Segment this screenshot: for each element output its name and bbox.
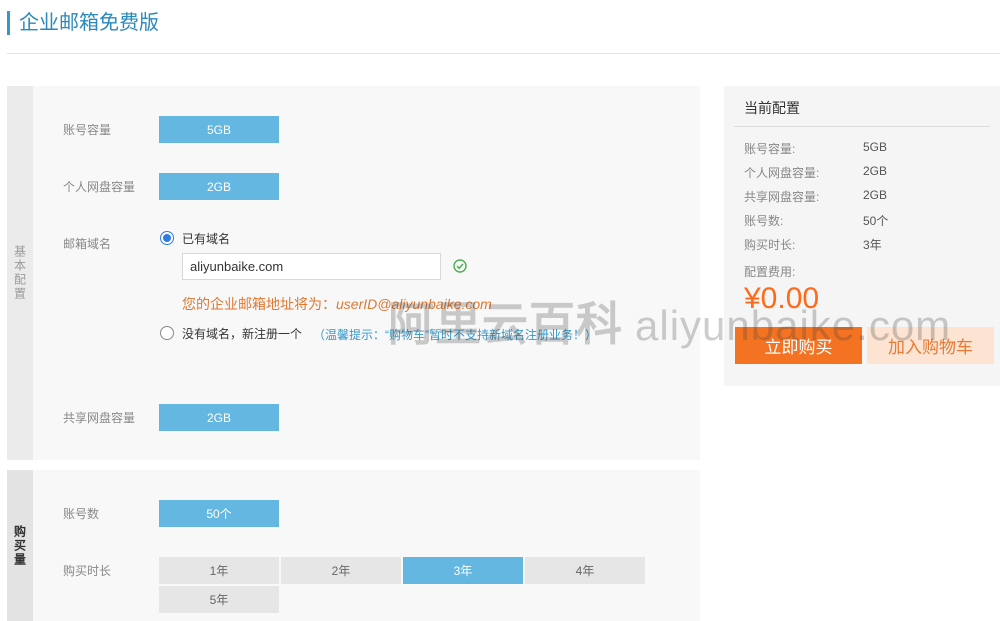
- personal-disk-value[interactable]: 2GB: [159, 173, 279, 200]
- duration-option-1[interactable]: 1年: [159, 557, 279, 584]
- duration-option-5[interactable]: 5年: [159, 586, 279, 613]
- title-divider: [7, 53, 1000, 54]
- config-fee-label: 配置费用:: [744, 265, 796, 279]
- mail-domain-label: 邮箱域名: [63, 237, 112, 251]
- config-row-label: 共享网盘容量:: [744, 190, 820, 204]
- mail-address-value: userID@aliyunbaike.com: [336, 296, 492, 312]
- purchase-tab: 购买量: [7, 470, 33, 621]
- config-row-label: 购买时长:: [744, 238, 796, 252]
- duration-option-4[interactable]: 4年: [525, 557, 645, 584]
- check-icon: [453, 259, 467, 273]
- account-capacity-label: 账号容量: [63, 123, 112, 137]
- config-row-value: 5GB: [863, 140, 888, 154]
- new-domain-label[interactable]: 没有域名，新注册一个: [182, 326, 302, 342]
- personal-disk-label: 个人网盘容量: [63, 180, 136, 194]
- duration-option-3[interactable]: 3年: [403, 557, 523, 584]
- account-capacity-value[interactable]: 5GB: [159, 116, 279, 143]
- page-title: 企业邮箱免费版: [7, 11, 159, 35]
- buy-now-button[interactable]: 立即购买: [735, 327, 862, 364]
- basic-config-tab-label: 基本配置: [12, 245, 27, 301]
- basic-config-section: 基本配置 账号容量 5GB 个人网盘容量 2GB 邮箱域名 已有域名 您的企业邮…: [7, 86, 700, 460]
- mail-address-prefix: 您的企业邮箱地址将为：: [182, 296, 336, 312]
- duration-option-2[interactable]: 2年: [281, 557, 401, 584]
- config-row-value: 3年: [863, 238, 882, 252]
- add-to-cart-button[interactable]: 加入购物车: [867, 327, 994, 364]
- account-count-value[interactable]: 50个: [159, 500, 279, 527]
- config-row-label: 个人网盘容量:: [744, 166, 820, 180]
- purchase-section: 购买量 账号数 50个 购买时长 1年 2年 3年 4年 5年: [7, 470, 700, 621]
- config-title: 当前配置: [744, 100, 800, 116]
- config-divider: [734, 126, 990, 127]
- new-domain-tip: （温馨提示：“购物车”暂时不支持新域名注册业务！）: [313, 328, 597, 342]
- new-domain-radio[interactable]: [160, 326, 174, 340]
- duration-label: 购买时长: [63, 564, 112, 578]
- purchase-tab-label: 购买量: [12, 524, 27, 567]
- existing-domain-label[interactable]: 已有域名: [182, 231, 230, 247]
- domain-input[interactable]: [182, 253, 441, 280]
- config-price: ¥0.00: [744, 282, 820, 315]
- mail-address-preview: 您的企业邮箱地址将为：userID@aliyunbaike.com: [182, 294, 492, 314]
- account-count-label: 账号数: [63, 507, 100, 521]
- current-config-panel: 当前配置 账号容量: 5GB 个人网盘容量: 2GB 共享网盘容量: 2GB 账…: [724, 86, 1000, 386]
- shared-disk-value[interactable]: 2GB: [159, 404, 279, 431]
- existing-domain-radio[interactable]: [160, 231, 174, 245]
- config-row-value: 2GB: [863, 188, 888, 202]
- shared-disk-label: 共享网盘容量: [63, 411, 136, 425]
- config-row-value: 50个: [863, 214, 889, 228]
- basic-config-tab: 基本配置: [7, 86, 33, 460]
- config-row-label: 账号容量:: [744, 142, 796, 156]
- config-row-value: 2GB: [863, 164, 888, 178]
- config-row-label: 账号数:: [744, 214, 784, 228]
